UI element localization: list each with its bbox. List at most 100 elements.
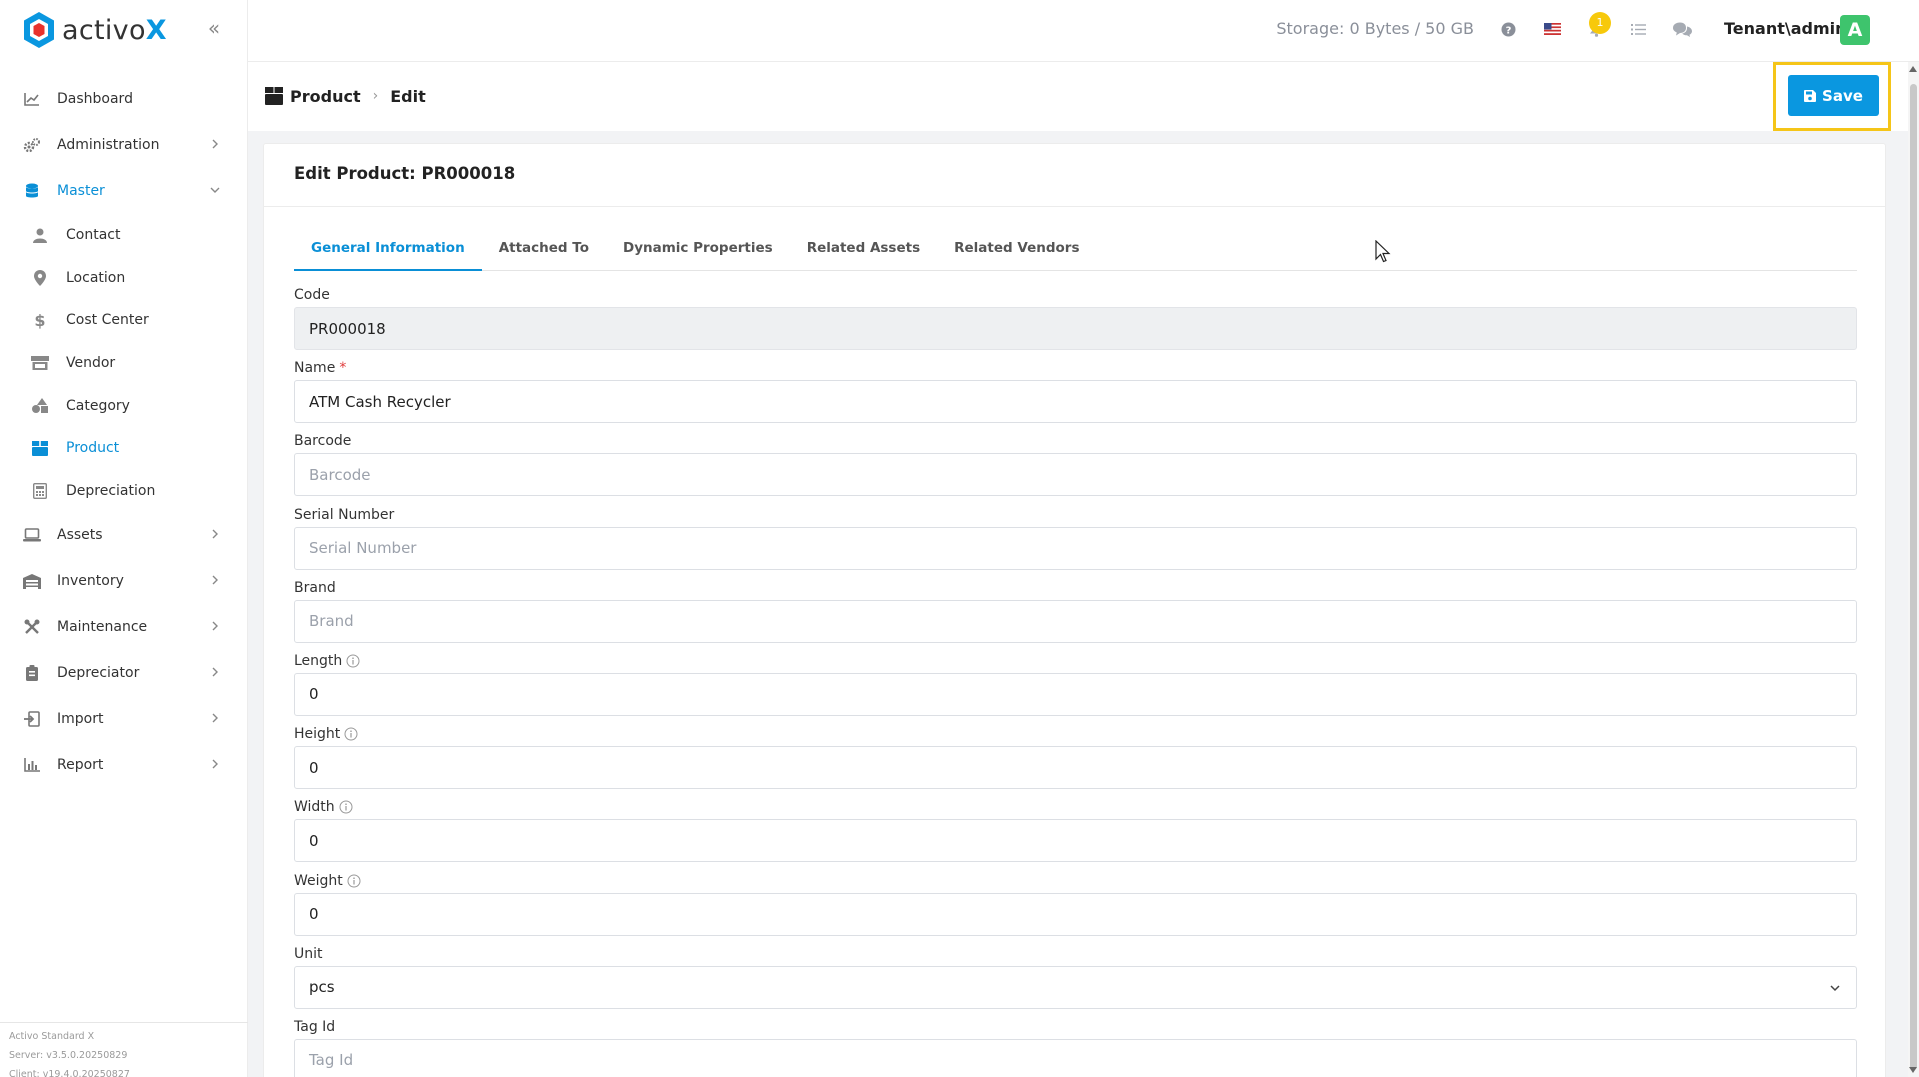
serial-number-field[interactable]: Serial Number — [294, 526, 1857, 570]
sidebar-item-maintenance[interactable]: Maintenance — [0, 604, 248, 650]
tag-id-label: Tag Id — [294, 1018, 336, 1035]
tag-id-field[interactable]: Tag Id — [294, 1038, 1857, 1077]
code-label: Code — [294, 287, 330, 303]
breadcrumb: Product › Edit — [264, 86, 426, 106]
tab-attached-to[interactable]: Attached To — [482, 237, 606, 271]
tab-general-information[interactable]: General Information — [294, 237, 482, 271]
sidebar-item-label: Depreciator — [57, 665, 140, 682]
width-field[interactable]: 0 — [294, 819, 1857, 863]
sidebar-subitem-contact[interactable]: Contact — [0, 214, 248, 257]
chat-icon[interactable] — [1672, 19, 1692, 39]
sidebar-item-label: Assets — [57, 527, 103, 544]
avatar[interactable]: A — [1840, 15, 1870, 45]
tools-icon — [22, 617, 42, 637]
scroll-up-icon[interactable] — [1909, 66, 1917, 72]
scroll-down-icon[interactable] — [1909, 1067, 1917, 1073]
bar-chart-icon — [22, 755, 42, 775]
tab-related-vendors[interactable]: Related Vendors — [937, 237, 1096, 271]
sidebar-item-dashboard[interactable]: Dashboard — [0, 76, 248, 122]
info-icon[interactable] — [344, 727, 358, 741]
logo-text: activoX — [62, 14, 167, 46]
mouse-cursor-icon — [1375, 240, 1391, 263]
height-field-group: Height 0 — [294, 725, 1857, 798]
length-field[interactable]: 0 — [294, 672, 1857, 716]
sidebar-subitem-cost-center[interactable]: $ Cost Center — [0, 299, 248, 342]
sidebar-subitem-category[interactable]: Category — [0, 384, 248, 427]
sidebar-subitem-vendor[interactable]: Vendor — [0, 342, 248, 385]
sidebar-item-master[interactable]: Master — [0, 168, 248, 214]
sidebar-item-report[interactable]: Report — [0, 742, 248, 788]
sidebar-subitem-depreciation[interactable]: Depreciation — [0, 470, 248, 513]
sidebar-item-depreciator[interactable]: Depreciator — [0, 650, 248, 696]
tab-dynamic-properties[interactable]: Dynamic Properties — [606, 237, 790, 271]
chevron-right-icon — [212, 713, 218, 723]
chevron-right-icon — [212, 575, 218, 585]
box-icon — [265, 87, 283, 105]
barcode-field[interactable]: Barcode — [294, 453, 1857, 497]
code-field[interactable]: PR000018 — [294, 307, 1857, 350]
warehouse-icon — [22, 571, 42, 591]
chevron-right-icon — [212, 667, 218, 677]
width-label: Width — [294, 798, 1857, 816]
tab-related-assets[interactable]: Related Assets — [790, 237, 937, 271]
brand-field[interactable]: Brand — [294, 599, 1857, 643]
sidebar-item-inventory[interactable]: Inventory — [0, 558, 248, 604]
required-mark: * — [339, 360, 347, 377]
calculator-tag-icon — [22, 663, 42, 683]
sidebar-nav: Dashboard Administration Master Contact — [0, 76, 248, 788]
storage-usage: Storage: 0 Bytes / 50 GB — [1276, 19, 1474, 38]
weight-field[interactable]: 0 — [294, 892, 1857, 936]
info-icon[interactable] — [339, 800, 353, 814]
info-icon[interactable] — [347, 874, 361, 888]
divider — [264, 206, 1885, 207]
sidebar: activoX « Dashboard Administration Maste… — [0, 0, 248, 1077]
breadcrumb-product[interactable]: Product — [290, 87, 361, 106]
breadcrumb-edit: Edit — [390, 86, 426, 106]
page-scrollbar[interactable] — [1908, 62, 1919, 1077]
chart-line-icon — [22, 89, 42, 109]
weight-field-group: Weight 0 — [294, 872, 1857, 945]
help-icon[interactable]: ? — [1498, 19, 1518, 39]
us-flag-icon[interactable] — [1542, 19, 1562, 39]
calculator-icon — [30, 481, 50, 501]
sidebar-item-label: Inventory — [57, 573, 124, 590]
tab-bar: General Information Attached To Dynamic … — [294, 237, 1857, 271]
sidebar-subitem-product[interactable]: Product — [0, 427, 248, 470]
width-field-group: Width 0 — [294, 798, 1857, 871]
barcode-field-group: Barcode Barcode — [294, 432, 1857, 505]
sidebar-item-label: Report — [57, 757, 104, 774]
save-button[interactable]: Save — [1788, 75, 1879, 116]
scroll-thumb[interactable] — [1910, 84, 1917, 1070]
sidebar-item-label: Contact — [66, 227, 121, 244]
map-pin-icon — [30, 268, 50, 288]
sidebar-subitem-location[interactable]: Location — [0, 257, 248, 300]
serial-number-field-group: Serial Number Serial Number — [294, 506, 1857, 579]
weight-label: Weight — [294, 872, 1857, 890]
name-field[interactable]: ATM Cash Recycler — [294, 380, 1857, 424]
unit-field-group: Unit pcs — [294, 945, 1857, 1018]
sidebar-item-administration[interactable]: Administration — [0, 122, 248, 168]
task-list-icon[interactable] — [1628, 19, 1648, 39]
version-info: Activo Standard X Server: v3.5.0.2025082… — [0, 1022, 248, 1077]
sidebar-item-label: Import — [57, 711, 104, 728]
dollar-icon: $ — [34, 310, 46, 330]
collapse-sidebar-icon[interactable]: « — [204, 16, 224, 40]
floppy-disk-icon — [1804, 89, 1817, 102]
tag-id-field-group: Tag Id Tag Id — [294, 1018, 1857, 1077]
user-name[interactable]: Tenant\admin — [1724, 19, 1847, 38]
edition-text: Activo Standard X — [9, 1031, 95, 1042]
top-header: Storage: 0 Bytes / 50 GB ? 1 Tenant\admi… — [248, 0, 1919, 62]
import-icon — [22, 709, 42, 729]
info-icon[interactable] — [346, 654, 360, 668]
store-icon — [30, 353, 50, 373]
sidebar-item-label: Dashboard — [57, 91, 133, 107]
sidebar-item-assets[interactable]: Assets — [0, 512, 248, 558]
database-icon — [22, 181, 42, 201]
chevron-right-icon — [212, 759, 218, 769]
sidebar-item-import[interactable]: Import — [0, 696, 248, 742]
sidebar-item-label: Product — [66, 440, 120, 457]
height-field[interactable]: 0 — [294, 746, 1857, 790]
logo[interactable]: activoX — [22, 10, 167, 50]
page-title: Edit Product: PR000018 — [294, 164, 516, 183]
unit-select[interactable]: pcs — [294, 965, 1857, 1009]
